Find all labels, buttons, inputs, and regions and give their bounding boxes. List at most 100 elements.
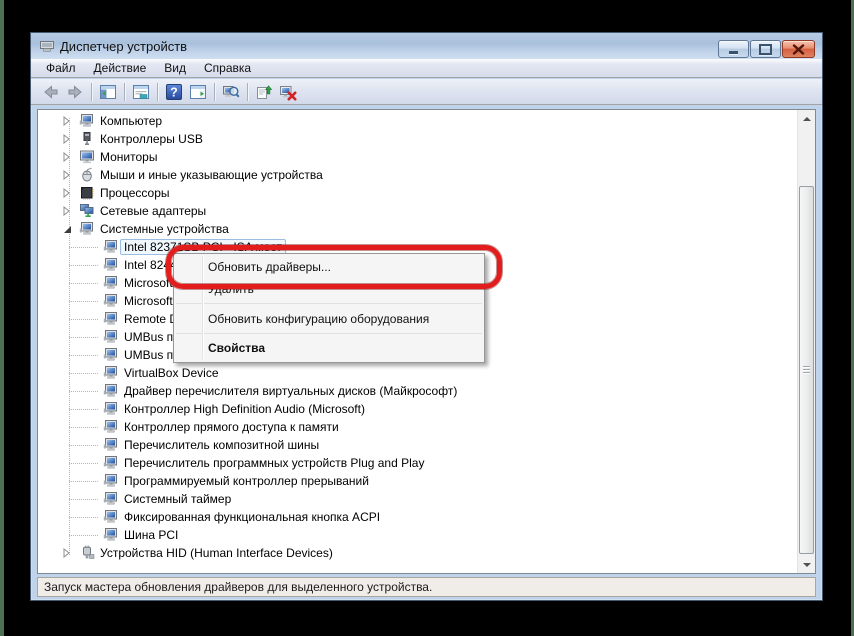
expand-expanded-icon[interactable]: [63, 225, 72, 234]
close-button[interactable]: [782, 40, 815, 58]
show-action-pane-button[interactable]: [186, 81, 210, 103]
tree-item-label[interactable]: Шина PCI: [124, 528, 178, 542]
menu-action[interactable]: Действие: [85, 59, 156, 77]
scrollbar-thumb[interactable]: [799, 186, 814, 554]
tree-item-label[interactable]: Мыши и иные указывающие устройства: [100, 168, 323, 182]
tree-item-mice[interactable]: Мыши и иные указывающие устройства: [38, 166, 798, 184]
tree-item-device[interactable]: Системный таймер: [38, 490, 798, 508]
menu-file[interactable]: Файл: [37, 59, 85, 77]
expand-collapsed-icon[interactable]: [63, 134, 71, 144]
desktop: { "window": { "title": "Диспетчер устрой…: [0, 0, 854, 636]
menu-item-properties[interactable]: Свойства: [174, 337, 484, 359]
tree-item-network-adapters[interactable]: Сетевые адаптеры: [38, 202, 798, 220]
expand-collapsed-icon[interactable]: [63, 206, 71, 216]
scroll-up-button[interactable]: [798, 110, 815, 127]
title-bar[interactable]: Диспетчер устройств: [31, 33, 822, 59]
tree-item-label[interactable]: Мониторы: [100, 150, 157, 164]
tree-item-label[interactable]: Программируемый контроллер прерываний: [124, 474, 369, 488]
tree-item-processors[interactable]: Процессоры: [38, 184, 798, 202]
minimize-button[interactable]: [718, 40, 749, 58]
tree-item-label[interactable]: Устройства HID (Human Interface Devices): [100, 546, 333, 560]
tree-item-label[interactable]: Драйвер перечислителя виртуальных дисков…: [124, 384, 457, 398]
tree-connector: [69, 517, 99, 518]
tree-item-label[interactable]: Контроллер High Definition Audio (Micros…: [124, 402, 365, 416]
menu-item-uninstall[interactable]: Удалить: [174, 278, 484, 300]
tree-item-device[interactable]: Перечислитель композитной шины: [38, 436, 798, 454]
scroll-down-button[interactable]: [798, 556, 815, 573]
network-adapter-icon: [79, 203, 95, 219]
tree-item-usb-controllers[interactable]: Контроллеры USB: [38, 130, 798, 148]
tree-item-device[interactable]: Фиксированная функциональная кнопка ACPI: [38, 508, 798, 526]
help-button[interactable]: [162, 81, 186, 103]
mouse-icon: [79, 167, 95, 183]
tree-item-label[interactable]: Компьютер: [100, 114, 162, 128]
back-button[interactable]: [39, 81, 63, 103]
tree-item-monitors[interactable]: Мониторы: [38, 148, 798, 166]
help-icon: [165, 83, 183, 101]
tree-item-computer[interactable]: Компьютер: [38, 112, 798, 130]
status-bar: Запуск мастера обновления драйверов для …: [37, 577, 816, 597]
tree-item-device[interactable]: Программируемый контроллер прерываний: [38, 472, 798, 490]
tree-item-label[interactable]: Microsoft: [124, 276, 173, 290]
tree-item-device[interactable]: Перечислитель программных устройств Plug…: [38, 454, 798, 472]
properties-button[interactable]: [129, 81, 153, 103]
toolbar-separator: [247, 83, 248, 101]
tree-item-label[interactable]: Microsoft: [124, 294, 173, 308]
tree-item-label[interactable]: Системные устройства: [100, 222, 229, 236]
tree-item-device[interactable]: Контроллер High Definition Audio (Micros…: [38, 400, 798, 418]
device-icon: [103, 401, 119, 417]
properties-icon: [132, 83, 150, 101]
toolbar-separator: [124, 83, 125, 101]
tree-item-label[interactable]: Фиксированная функциональная кнопка ACPI: [124, 510, 380, 524]
tree-item-label[interactable]: Сетевые адаптеры: [100, 204, 206, 218]
menu-item-scan-hardware-changes[interactable]: Обновить конфигурацию оборудования: [174, 307, 484, 330]
device-icon: [103, 509, 119, 525]
tree-item-label[interactable]: UMBus п: [124, 330, 173, 344]
tree-item-label[interactable]: Перечислитель композитной шины: [124, 438, 319, 452]
device-icon: [103, 383, 119, 399]
menu-help[interactable]: Справка: [195, 59, 260, 77]
menu-view[interactable]: Вид: [155, 59, 195, 77]
tree-item-system-devices[interactable]: Системные устройства: [38, 220, 798, 238]
context-menu-separator: [176, 303, 482, 304]
tree-item-hid-devices[interactable]: Устройства HID (Human Interface Devices): [38, 544, 798, 562]
expand-collapsed-icon[interactable]: [63, 116, 71, 126]
computer-icon: [79, 221, 95, 237]
expand-collapsed-icon[interactable]: [63, 152, 71, 162]
tree-item-device[interactable]: VirtualBox Device: [38, 364, 798, 382]
menu-bar: Файл Действие Вид Справка: [31, 59, 822, 78]
device-icon: [103, 239, 119, 255]
show-console-tree-button[interactable]: [96, 81, 120, 103]
tree-item-device[interactable]: Контроллер прямого доступа к памяти: [38, 418, 798, 436]
expand-collapsed-icon[interactable]: [63, 548, 71, 558]
back-arrow-icon: [42, 83, 60, 101]
tree-item-device[interactable]: Драйвер перечислителя виртуальных дисков…: [38, 382, 798, 400]
scan-hardware-changes-button[interactable]: [219, 81, 243, 103]
tree-item-label[interactable]: Контроллер прямого доступа к памяти: [124, 420, 339, 434]
vertical-scrollbar[interactable]: [797, 110, 815, 573]
tree-item-label[interactable]: Remote D: [124, 312, 178, 326]
tree-item-label[interactable]: Intel 8244: [124, 258, 177, 272]
update-driver-button[interactable]: [252, 81, 276, 103]
tree-item-label[interactable]: Процессоры: [100, 186, 170, 200]
device-icon: [103, 293, 119, 309]
tree-item-label[interactable]: UMBus п: [124, 348, 173, 362]
console-tree-icon: [99, 83, 117, 101]
device-icon: [103, 329, 119, 345]
uninstall-device-button[interactable]: [276, 81, 300, 103]
tree-item-label[interactable]: VirtualBox Device: [124, 366, 219, 380]
tree-item-label[interactable]: Системный таймер: [124, 492, 231, 506]
maximize-button[interactable]: [750, 40, 781, 58]
toolbar: [31, 79, 822, 105]
tree-item-label[interactable]: Контроллеры USB: [100, 132, 203, 146]
expand-collapsed-icon[interactable]: [63, 188, 71, 198]
tree-connector: [69, 481, 99, 482]
forward-button[interactable]: [63, 81, 87, 103]
maximize-icon: [759, 44, 772, 55]
tree-item-device[interactable]: Шина PCI: [38, 526, 798, 544]
expand-collapsed-icon[interactable]: [63, 170, 71, 180]
tree-connector: [69, 355, 99, 356]
menu-item-update-drivers[interactable]: Обновить драйверы...: [174, 256, 484, 278]
window-controls: [718, 40, 815, 58]
tree-item-label[interactable]: Перечислитель программных устройств Plug…: [124, 456, 424, 470]
